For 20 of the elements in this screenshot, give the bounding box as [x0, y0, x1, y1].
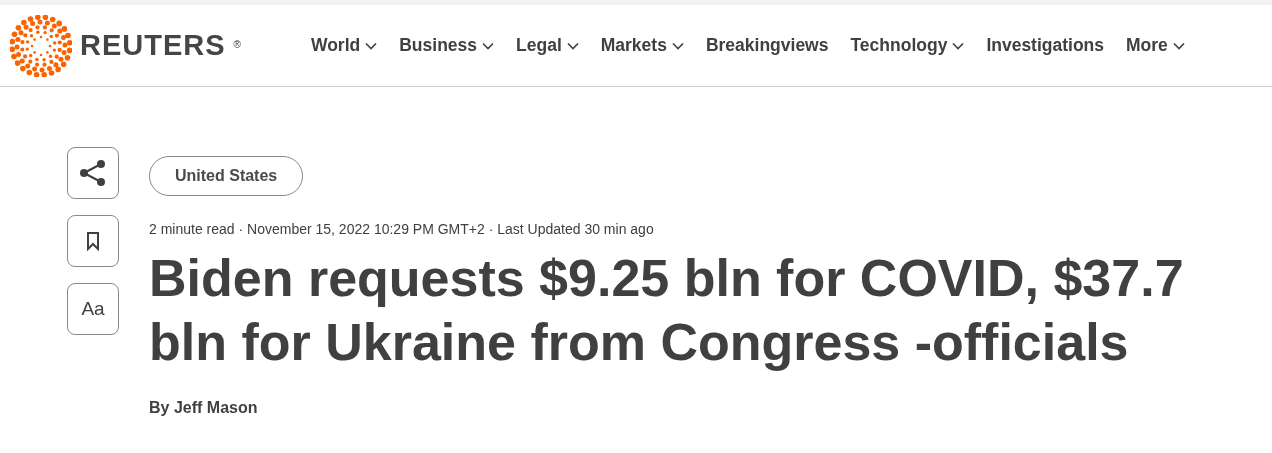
bookmark-icon	[86, 231, 100, 251]
byline: By Jeff Mason	[149, 398, 258, 418]
logo-wordmark[interactable]: REUTERS	[80, 23, 226, 68]
nav-link[interactable]: Breakingviews	[705, 32, 829, 59]
text-size-button[interactable]: Aa	[67, 283, 119, 335]
nav-link[interactable]: More	[1126, 32, 1185, 59]
article-meta: 2 minute read · November 15, 2022 10:29 PM GMT+2 · Last Updated 30 min ago	[149, 220, 654, 239]
share-button[interactable]	[67, 147, 119, 199]
nav-link[interactable]: Business	[399, 32, 495, 59]
topic-tag[interactable]: United States	[149, 156, 304, 196]
nav-link[interactable]: Legal	[516, 32, 579, 59]
bookmark-button[interactable]	[67, 215, 119, 267]
nav-link[interactable]: World	[310, 32, 378, 59]
share-icon	[79, 160, 107, 186]
nav-link[interactable]: Markets	[600, 32, 684, 59]
article-headline: Biden requests $9.25 bln for COVID, $37.7 bln for Ukraine from Congress -officials	[149, 248, 1185, 373]
nav-link[interactable]: Technology	[850, 32, 965, 59]
logo-icon[interactable]	[10, 14, 72, 77]
nav-link[interactable]: Investigations	[986, 32, 1105, 59]
registered-mark: ®	[233, 37, 241, 52]
